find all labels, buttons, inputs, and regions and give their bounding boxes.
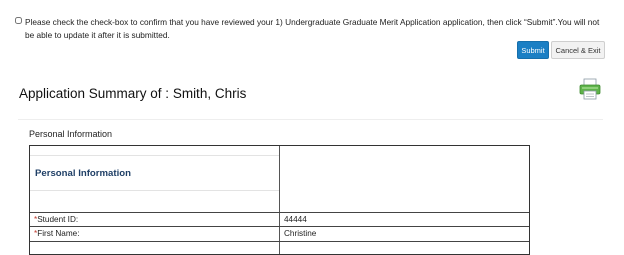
confirm-text: Please check the check-box to confirm th…: [25, 17, 600, 40]
row-divider: [30, 212, 529, 213]
student-id-label: *Student ID:: [34, 215, 79, 224]
student-id-value: 44444: [284, 215, 307, 224]
section-label: Personal Information: [29, 129, 113, 139]
row-divider: [30, 241, 529, 242]
table-heading: Personal Information: [35, 168, 131, 179]
cancel-exit-button[interactable]: Cancel & Exit: [551, 41, 605, 59]
divider: [18, 119, 603, 120]
page-title: Application Summary of : Smith, Chris: [19, 86, 247, 101]
printer-icon[interactable]: [579, 78, 601, 100]
personal-info-table: Personal Information *Student ID: 44444 …: [29, 145, 530, 255]
confirm-checkbox[interactable]: [15, 17, 22, 24]
heading-top-line: [30, 155, 279, 156]
submit-button[interactable]: Submit: [517, 41, 549, 59]
heading-bottom-line: [30, 190, 279, 191]
column-divider: [279, 146, 280, 254]
row-divider: [30, 226, 529, 227]
first-name-label: *First Name:: [34, 229, 80, 238]
first-name-value: Christine: [284, 229, 317, 238]
